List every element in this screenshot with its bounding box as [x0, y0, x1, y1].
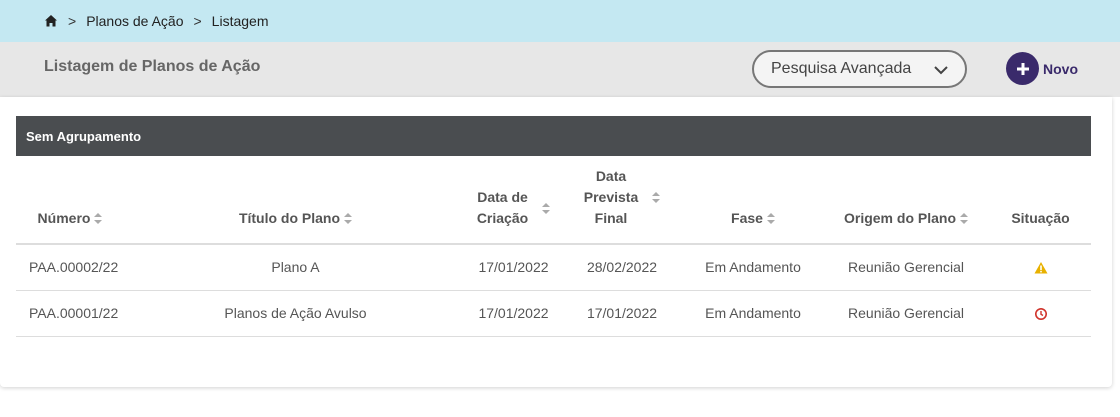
- column-fase-label: Fase: [731, 210, 763, 226]
- breadcrumb-separator: >: [68, 13, 77, 29]
- cell-situacao: [990, 290, 1091, 337]
- column-prevista-label-2: Prevista: [583, 189, 639, 205]
- column-criacao-label-2: Criação: [476, 210, 529, 226]
- home-icon[interactable]: [44, 14, 58, 28]
- plus-icon: [1006, 52, 1039, 85]
- cell-fase: Em Andamento: [684, 290, 822, 337]
- column-numero[interactable]: Número: [16, 156, 124, 245]
- cell-fase: Em Andamento: [684, 244, 822, 291]
- cell-titulo: Plano A: [124, 244, 467, 291]
- column-criacao-label-1: Data de: [477, 189, 528, 205]
- column-titulo[interactable]: Título do Plano: [124, 156, 467, 245]
- sort-icon: [94, 213, 103, 224]
- column-titulo-label: Título do Plano: [238, 210, 341, 226]
- breadcrumb-item-listagem: Listagem: [211, 13, 269, 29]
- warning-icon: [1034, 262, 1047, 274]
- group-header: Sem Agrupamento: [16, 116, 1091, 156]
- breadcrumb: > Planos de Ação > Listagem: [0, 0, 1120, 42]
- column-numero-label: Número: [37, 210, 91, 226]
- cell-numero: PAA.00001/22: [16, 290, 124, 337]
- table-row[interactable]: PAA.00001/22 Planos de Ação Avulso 17/01…: [16, 290, 1091, 337]
- sort-icon: [652, 192, 661, 203]
- column-data-prevista[interactable]: Data Prevista Final: [560, 156, 684, 245]
- breadcrumb-separator: >: [193, 13, 202, 29]
- cell-data-prevista: 28/02/2022: [560, 244, 684, 291]
- table-header-row: Número Título do Plano Data de Criação Da…: [16, 156, 1091, 245]
- results-card: Sem Agrupamento Número Título do Plano D…: [0, 97, 1112, 387]
- column-data-criacao[interactable]: Data de Criação: [467, 156, 560, 245]
- cell-situacao: [990, 244, 1091, 291]
- column-origem[interactable]: Origem do Plano: [822, 156, 990, 245]
- column-situacao: Situação: [990, 156, 1091, 245]
- advanced-search-label: Pesquisa Avançada: [771, 60, 912, 77]
- cell-data-criacao: 17/01/2022: [467, 290, 560, 337]
- cell-data-prevista: 17/01/2022: [560, 290, 684, 337]
- new-button[interactable]: Novo: [1006, 52, 1078, 85]
- advanced-search-dropdown[interactable]: Pesquisa Avançada: [752, 50, 967, 88]
- chevron-down-icon: [933, 62, 949, 78]
- breadcrumb-item-planos[interactable]: Planos de Ação: [86, 13, 183, 29]
- sort-icon: [344, 213, 353, 224]
- sort-icon: [960, 213, 968, 224]
- column-prevista-label-3: Final: [594, 210, 628, 226]
- column-origem-label: Origem do Plano: [843, 210, 956, 226]
- column-fase[interactable]: Fase: [684, 156, 822, 245]
- new-button-label: Novo: [1043, 60, 1078, 77]
- cell-origem: Reunião Gerencial: [822, 290, 990, 337]
- cell-numero: PAA.00002/22: [16, 244, 124, 291]
- cell-data-criacao: 17/01/2022: [467, 244, 560, 291]
- sort-icon: [542, 202, 551, 214]
- overdue-clock-icon: [1034, 308, 1047, 321]
- page-header: Listagem de Planos de Ação Pesquisa Avan…: [0, 42, 1120, 97]
- sort-icon: [766, 213, 775, 224]
- cell-origem: Reunião Gerencial: [822, 244, 990, 291]
- cell-titulo: Planos de Ação Avulso: [124, 290, 467, 337]
- page-title: Listagem de Planos de Ação: [44, 58, 261, 75]
- column-situacao-label: Situação: [1011, 210, 1070, 226]
- plans-table: Número Título do Plano Data de Criação Da…: [16, 156, 1091, 337]
- column-prevista-label-1: Data: [595, 168, 627, 184]
- table-row[interactable]: PAA.00002/22 Plano A 17/01/2022 28/02/20…: [16, 244, 1091, 291]
